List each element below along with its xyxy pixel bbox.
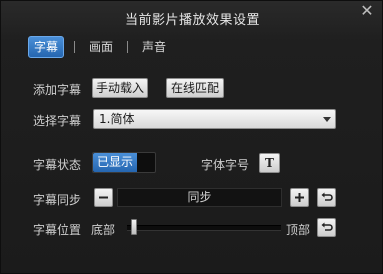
position-reset-button[interactable] xyxy=(317,218,336,237)
subtitle-state-label: 字幕状态 xyxy=(33,158,82,172)
sync-offset-field: 同步 xyxy=(117,188,282,207)
toggle-on-label: 已显示 xyxy=(93,153,137,172)
tab-sound[interactable]: 声音 xyxy=(138,37,170,57)
position-slider-thumb[interactable] xyxy=(131,219,138,235)
tab-divider xyxy=(127,41,129,53)
position-slider-track[interactable] xyxy=(127,225,281,231)
window-title: 当前影片播放效果设置 xyxy=(124,13,260,28)
plus-icon xyxy=(295,193,304,202)
select-subtitle-label: 选择字幕 xyxy=(33,114,82,128)
sync-plus-button[interactable] xyxy=(290,188,309,207)
tab-subtitle[interactable]: 字幕 xyxy=(28,36,65,58)
sync-minus-button[interactable] xyxy=(94,188,113,207)
tab-bar: 字幕 画面 声音 xyxy=(28,36,170,58)
online-match-button[interactable]: 在线匹配 xyxy=(166,78,224,98)
font-size-button[interactable]: T xyxy=(259,153,280,173)
position-top-label: 顶部 xyxy=(286,223,311,237)
settings-window: 当前影片播放效果设置 ✕ 字幕 画面 声音 添加字幕 手动载入 在线匹配 选择字… xyxy=(0,0,383,274)
subtitle-select[interactable]: 1.简体 xyxy=(93,109,336,129)
text-format-icon: T xyxy=(265,156,274,170)
subtitle-position-label: 字幕位置 xyxy=(33,223,82,237)
position-bottom-label: 底部 xyxy=(91,223,116,237)
tab-picture[interactable]: 画面 xyxy=(85,37,117,57)
tab-divider xyxy=(74,41,76,53)
close-icon[interactable]: ✕ xyxy=(360,3,374,19)
chevron-down-icon xyxy=(323,117,331,122)
manual-load-button[interactable]: 手动载入 xyxy=(92,78,148,98)
undo-icon xyxy=(321,222,333,231)
minus-icon xyxy=(99,196,108,199)
subtitle-visibility-toggle[interactable]: 已显示 xyxy=(92,152,156,173)
add-subtitle-label: 添加字幕 xyxy=(33,83,82,97)
subtitle-select-value: 1.简体 xyxy=(99,112,135,126)
font-size-label: 字体字号 xyxy=(201,158,250,172)
subtitle-sync-label: 字幕同步 xyxy=(33,193,82,207)
undo-icon xyxy=(321,192,333,201)
sync-reset-button[interactable] xyxy=(317,188,336,207)
